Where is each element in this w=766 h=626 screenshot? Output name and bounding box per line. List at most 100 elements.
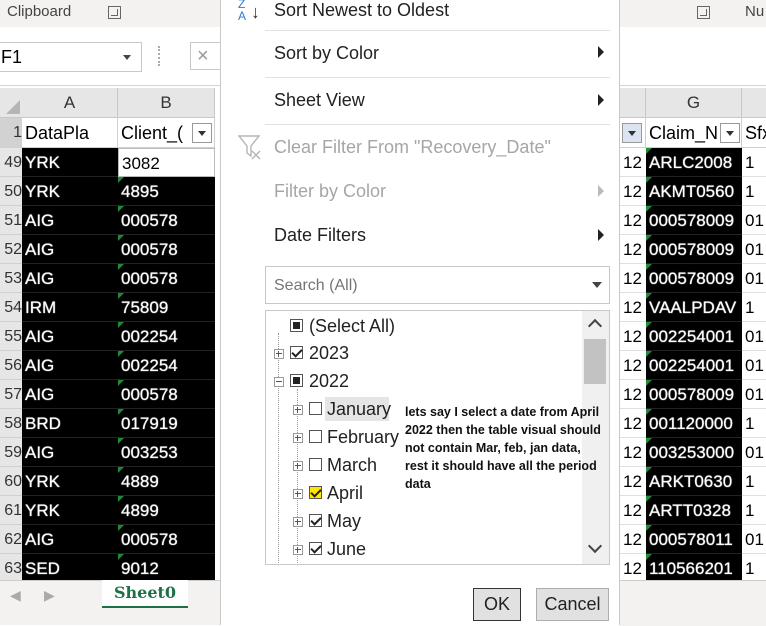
sheet-tab-sheet0[interactable]: Sheet0 — [102, 580, 188, 608]
checkbox-2022[interactable] — [290, 374, 303, 387]
cell-client[interactable]: 3082 — [118, 148, 215, 177]
checkbox-march[interactable] — [309, 458, 322, 471]
tree-label-2023[interactable]: 2023 — [309, 343, 349, 364]
expand-plus-icon[interactable] — [293, 545, 303, 555]
cell-dataplatform[interactable]: YRK — [22, 177, 118, 206]
cell-recovery-date[interactable]: 12 — [620, 554, 646, 583]
cell-client[interactable]: 75809 — [118, 293, 215, 322]
tree-label-april[interactable]: April — [327, 483, 363, 504]
cell-dataplatform[interactable]: YRK — [22, 496, 118, 525]
cell-dataplatform[interactable]: IRM — [22, 293, 118, 322]
cell-sfx[interactable]: 01 — [742, 235, 766, 264]
cell-dataplatform[interactable]: AIG — [22, 322, 118, 351]
menu-clear-filter[interactable]: Clear Filter From "Recovery_Date" — [274, 137, 551, 158]
menu-date-filters[interactable]: Date Filters — [274, 225, 366, 246]
cell-client[interactable]: 017919 — [118, 409, 215, 438]
checkbox-select-all[interactable] — [290, 319, 303, 332]
cell-dataplatform[interactable]: SED — [22, 554, 118, 583]
row-number[interactable]: 59 — [0, 438, 22, 467]
row-number[interactable]: 54 — [0, 293, 22, 322]
expand-plus-icon[interactable] — [293, 461, 303, 471]
checkbox-june[interactable] — [309, 542, 322, 555]
cell-client[interactable]: 4889 — [118, 467, 215, 496]
cell-recovery-date[interactable]: 12 — [620, 322, 646, 351]
tree-label-select-all[interactable]: (Select All) — [309, 316, 395, 337]
cell-client[interactable]: 4895 — [118, 177, 215, 206]
cell-dataplatform[interactable]: AIG — [22, 206, 118, 235]
cell-sfx[interactable]: 01 — [742, 264, 766, 293]
row-number[interactable]: 51 — [0, 206, 22, 235]
cell-sfx[interactable]: 01 — [742, 380, 766, 409]
scroll-up-icon[interactable] — [587, 318, 603, 334]
cell-sfx[interactable]: 01 — [742, 351, 766, 380]
scrollbar-thumb[interactable] — [584, 339, 606, 384]
row-number[interactable]: 50 — [0, 177, 22, 206]
search-input[interactable] — [272, 273, 576, 299]
cell-recovery-date[interactable]: 12 — [620, 206, 646, 235]
expand-plus-icon[interactable] — [274, 349, 284, 359]
cell-sfx[interactable]: 01 — [742, 322, 766, 351]
cell-claim[interactable]: AKMT0560 — [646, 177, 742, 206]
checkbox-2023[interactable] — [290, 346, 303, 359]
filter-dropdown-button[interactable] — [720, 123, 740, 143]
cell-sfx[interactable]: 01 — [742, 206, 766, 235]
row-number[interactable]: 62 — [0, 525, 22, 554]
tree-label-january[interactable]: January — [327, 399, 391, 420]
column-header-h[interactable] — [742, 88, 766, 118]
chevron-down-icon[interactable] — [123, 55, 131, 60]
cell-dataplatform[interactable]: AIG — [22, 525, 118, 554]
row-number[interactable]: 53 — [0, 264, 22, 293]
expand-plus-icon[interactable] — [293, 517, 303, 527]
cell-client[interactable]: 000578 — [118, 525, 215, 554]
cell-recovery-date[interactable]: 12 — [620, 467, 646, 496]
cell-claim[interactable]: 000578009 — [646, 264, 742, 293]
cell-recovery-date[interactable]: 12 — [620, 409, 646, 438]
cell-client[interactable]: 9012 — [118, 554, 215, 583]
row-number[interactable]: 58 — [0, 409, 22, 438]
scroll-right-icon[interactable]: ▶ — [44, 587, 55, 604]
cell-claim[interactable]: 000578009 — [646, 206, 742, 235]
cell-recovery-date[interactable]: 12 — [620, 148, 646, 177]
row-number[interactable]: 63 — [0, 554, 22, 583]
row-number[interactable]: 57 — [0, 380, 22, 409]
cell-dataplatform[interactable]: AIG — [22, 438, 118, 467]
expand-plus-icon[interactable] — [293, 405, 303, 415]
menu-sheet-view[interactable]: Sheet View — [274, 90, 365, 111]
cell-sfx[interactable]: 1 — [742, 177, 766, 206]
cell-recovery-date[interactable]: 12 — [620, 264, 646, 293]
cell-sfx[interactable]: 01 — [742, 525, 766, 554]
cell-client[interactable]: 000578 — [118, 235, 215, 264]
cell-claim[interactable]: 000578009 — [646, 235, 742, 264]
tree-label-2022[interactable]: 2022 — [309, 371, 349, 392]
cell-claim[interactable]: 000578009 — [646, 380, 742, 409]
cell-claim[interactable]: 001120000 — [646, 409, 742, 438]
menu-sort-by-color[interactable]: Sort by Color — [274, 43, 379, 64]
cell-sfx[interactable]: 1 — [742, 496, 766, 525]
tree-label-june[interactable]: June — [327, 539, 366, 560]
cell-client[interactable]: 000578 — [118, 206, 215, 235]
cell-client[interactable]: 002254 — [118, 322, 215, 351]
row-number[interactable]: 55 — [0, 322, 22, 351]
cell-client[interactable]: 000578 — [118, 264, 215, 293]
checkbox-january[interactable] — [309, 402, 322, 415]
ok-button[interactable]: OK — [473, 588, 521, 621]
cell-recovery-date[interactable]: 12 — [620, 351, 646, 380]
scroll-left-icon[interactable]: ◀ — [10, 587, 21, 604]
tree-label-february[interactable]: February — [327, 427, 399, 448]
header-cell-dataplatform[interactable]: DataPla — [22, 118, 118, 148]
filter-dropdown-button-active[interactable] — [622, 123, 642, 143]
name-box[interactable]: F1 — [0, 42, 142, 72]
row-number[interactable]: 60 — [0, 467, 22, 496]
checkbox-february[interactable] — [309, 430, 322, 443]
filter-dropdown-button[interactable] — [192, 123, 212, 143]
cell-sfx[interactable]: 1 — [742, 148, 766, 177]
scroll-down-icon[interactable] — [587, 538, 603, 554]
row-number[interactable]: 61 — [0, 496, 22, 525]
cell-sfx[interactable]: 1 — [742, 293, 766, 322]
cell-dataplatform[interactable]: BRD — [22, 409, 118, 438]
cell-claim[interactable]: 002254001 — [646, 351, 742, 380]
row-number[interactable]: 1 — [0, 118, 22, 148]
column-header-b[interactable]: B — [118, 88, 215, 118]
cell-recovery-date[interactable]: 12 — [620, 293, 646, 322]
cell-claim[interactable]: VAALPDAV — [646, 293, 742, 322]
